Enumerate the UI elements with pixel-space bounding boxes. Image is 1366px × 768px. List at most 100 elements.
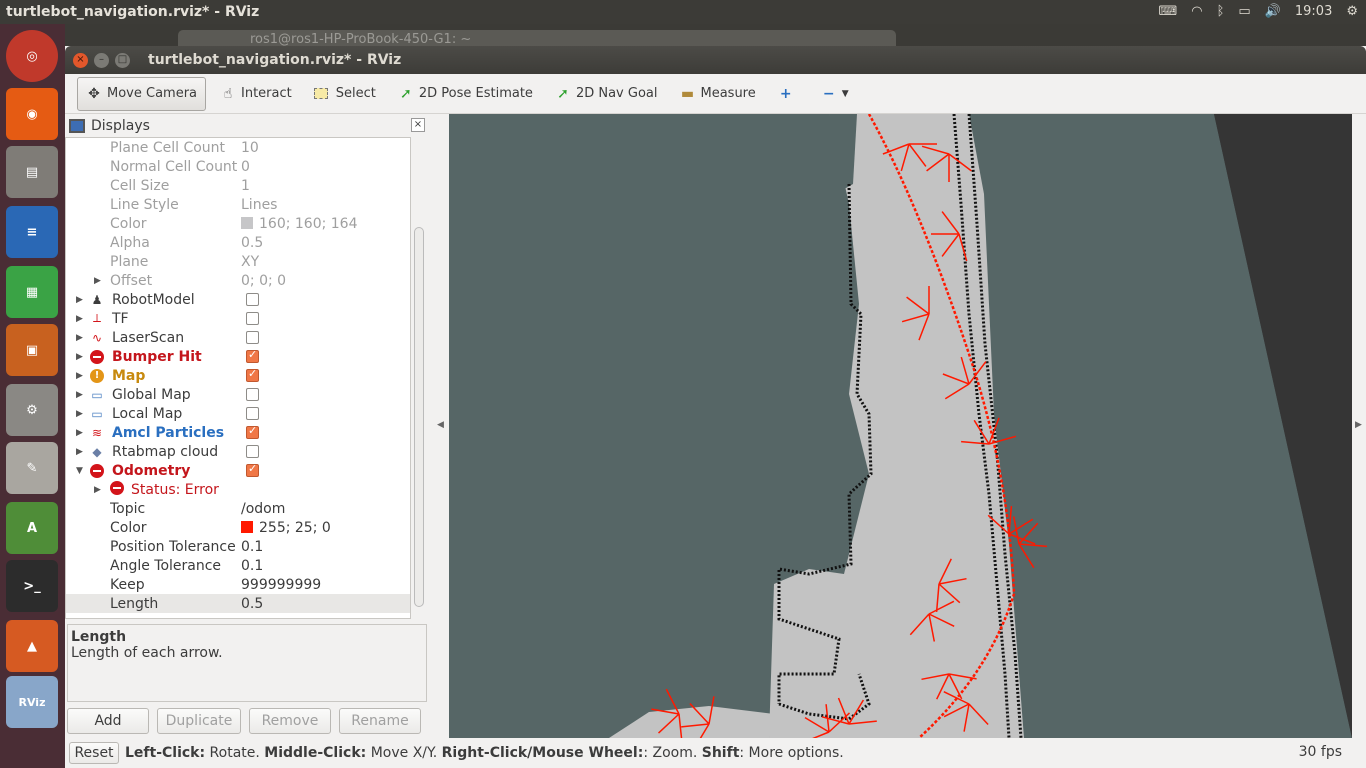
right-collapse-bar[interactable]: ▶: [1352, 114, 1366, 738]
expand-arrow-icon[interactable]: ▶: [94, 276, 101, 286]
display-row[interactable]: ▶ ≋ Amcl Particles: [66, 423, 410, 442]
display-enable-checkbox[interactable]: [246, 331, 259, 344]
property-row[interactable]: Normal Cell Count 0: [66, 157, 410, 176]
tree-scrollbar[interactable]: [413, 137, 425, 619]
property-row[interactable]: Color 160; 160; 164: [66, 214, 410, 233]
status-row[interactable]: ▶ Status: Error: [66, 480, 410, 499]
property-value[interactable]: 0.5: [241, 596, 263, 612]
display-enable-checkbox[interactable]: [246, 388, 259, 401]
display-enable-checkbox[interactable]: [246, 367, 259, 382]
remove-tool-button[interactable]: − ▼: [813, 79, 857, 109]
property-value[interactable]: /odom: [241, 501, 285, 517]
close-window-button[interactable]: ×: [73, 52, 88, 68]
display-row[interactable]: ▶ ⟂ TF: [66, 309, 410, 328]
display-row[interactable]: ▶ Bumper Hit: [66, 347, 410, 366]
display-enable-checkbox[interactable]: [246, 312, 259, 325]
property-value[interactable]: 0; 0; 0: [241, 273, 286, 289]
property-row[interactable]: Plane XY: [66, 252, 410, 271]
property-row[interactable]: Position Tolerance 0.1: [66, 537, 410, 556]
rviz-icon[interactable]: RViz: [6, 676, 58, 728]
add-button[interactable]: Add: [67, 708, 149, 734]
maximize-window-button[interactable]: □: [115, 52, 130, 68]
window-titlebar[interactable]: × – □ turtlebot_navigation.rviz* - RViz: [65, 46, 1366, 74]
panel-splitter[interactable]: ◀: [435, 114, 449, 740]
property-row[interactable]: Color 255; 25; 0: [66, 518, 410, 537]
expand-arrow-icon[interactable]: ▶: [76, 295, 83, 305]
property-row[interactable]: Angle Tolerance 0.1: [66, 556, 410, 575]
text-editor-icon[interactable]: ✎: [6, 442, 58, 494]
property-value[interactable]: Lines: [241, 197, 277, 213]
property-value[interactable]: 10: [241, 140, 259, 156]
property-value[interactable]: 160; 160; 164: [241, 216, 358, 232]
battery-icon[interactable]: ▭: [1238, 0, 1250, 24]
display-row[interactable]: ▶ ◆ Rtabmap cloud: [66, 442, 410, 461]
display-enable-checkbox[interactable]: [246, 462, 259, 477]
display-enable-checkbox[interactable]: [246, 445, 259, 458]
files-icon[interactable]: ▤: [6, 146, 58, 198]
displays-tree[interactable]: Plane Cell Count 10 Normal Cell Count 0 Cell…: [65, 137, 411, 619]
expand-arrow-icon[interactable]: ▶: [76, 447, 83, 457]
display-enable-checkbox[interactable]: [246, 407, 259, 420]
terminal-icon[interactable]: >_: [6, 560, 58, 612]
close-icon[interactable]: ×: [411, 118, 425, 132]
interact-tool[interactable]: ☝ Interact: [212, 79, 300, 109]
property-row[interactable]: Topic/odom: [66, 499, 410, 518]
gear-icon[interactable]: ⚙: [1346, 0, 1358, 24]
firefox-icon[interactable]: ◉: [6, 88, 58, 140]
nav-goal-tool[interactable]: ➚ 2D Nav Goal: [547, 79, 666, 109]
expand-arrow-icon[interactable]: ▶: [76, 333, 83, 343]
minimize-window-button[interactable]: –: [94, 52, 109, 68]
property-row[interactable]: ▶ Offset 0; 0; 0: [66, 271, 410, 290]
display-row[interactable]: ▶ ▭ Local Map: [66, 404, 410, 423]
volume-icon[interactable]: 🔊: [1265, 0, 1281, 24]
rename-button[interactable]: Rename: [339, 708, 421, 734]
writer-icon[interactable]: ≡: [6, 206, 58, 258]
display-enable-checkbox[interactable]: [246, 293, 259, 306]
display-enable-checkbox[interactable]: [246, 424, 259, 439]
settings-icon[interactable]: ⚙: [6, 384, 58, 436]
3d-viewport[interactable]: [449, 114, 1352, 738]
property-value[interactable]: 999999999: [241, 577, 321, 593]
matlab-icon[interactable]: ▲: [6, 620, 58, 672]
scrollbar-thumb[interactable]: [414, 227, 424, 607]
duplicate-button[interactable]: Duplicate: [157, 708, 241, 734]
display-row[interactable]: ▶ ▭ Global Map: [66, 385, 410, 404]
expand-arrow-icon[interactable]: ▶: [76, 371, 83, 381]
display-row[interactable]: ▶ ∿ LaserScan: [66, 328, 410, 347]
expand-arrow-icon[interactable]: ▶: [76, 428, 83, 438]
property-row[interactable]: Alpha 0.5: [66, 233, 410, 252]
expand-arrow-icon[interactable]: ▶: [76, 314, 83, 324]
add-tool-button[interactable]: +: [770, 79, 807, 109]
property-value[interactable]: XY: [241, 254, 259, 270]
wifi-icon[interactable]: ◠: [1191, 0, 1202, 24]
remove-button[interactable]: Remove: [249, 708, 331, 734]
collapse-left-icon[interactable]: ◀: [437, 420, 444, 430]
property-value[interactable]: 0.1: [241, 539, 263, 555]
move-camera-tool[interactable]: ✥ Move Camera: [77, 76, 207, 111]
calc-icon[interactable]: ▦: [6, 266, 58, 318]
collapse-arrow-icon[interactable]: ▼: [76, 466, 83, 476]
property-value[interactable]: 0.1: [241, 558, 263, 574]
property-row[interactable]: Line Style Lines: [66, 195, 410, 214]
property-value[interactable]: 255; 25; 0: [241, 520, 331, 536]
display-enable-checkbox[interactable]: [246, 348, 259, 363]
bluetooth-icon[interactable]: ᛒ: [1217, 0, 1225, 24]
expand-arrow-icon[interactable]: ▶: [76, 390, 83, 400]
software-updater-icon[interactable]: A: [6, 502, 58, 554]
pose-estimate-tool[interactable]: ➚ 2D Pose Estimate: [390, 79, 541, 109]
clock[interactable]: 19:03: [1295, 0, 1332, 24]
property-row[interactable]: Length 0.5: [66, 594, 410, 613]
expand-arrow-icon[interactable]: ▶: [94, 485, 101, 495]
ubuntu-dash-icon[interactable]: ◎: [6, 30, 58, 82]
reset-button[interactable]: Reset: [69, 742, 119, 764]
display-row[interactable]: ▼ Odometry: [66, 461, 410, 480]
keyboard-icon[interactable]: ⌨: [1158, 0, 1177, 24]
display-row[interactable]: ▶ ♟ RobotModel: [66, 290, 410, 309]
collapse-right-icon[interactable]: ▶: [1355, 420, 1362, 430]
impress-icon[interactable]: ▣: [6, 324, 58, 376]
expand-arrow-icon[interactable]: ▶: [76, 352, 83, 362]
property-value[interactable]: 0.5: [241, 235, 263, 251]
measure-tool[interactable]: ▬ Measure: [671, 79, 763, 109]
display-row[interactable]: ▶! Map: [66, 366, 410, 385]
property-value[interactable]: 1: [241, 178, 250, 194]
